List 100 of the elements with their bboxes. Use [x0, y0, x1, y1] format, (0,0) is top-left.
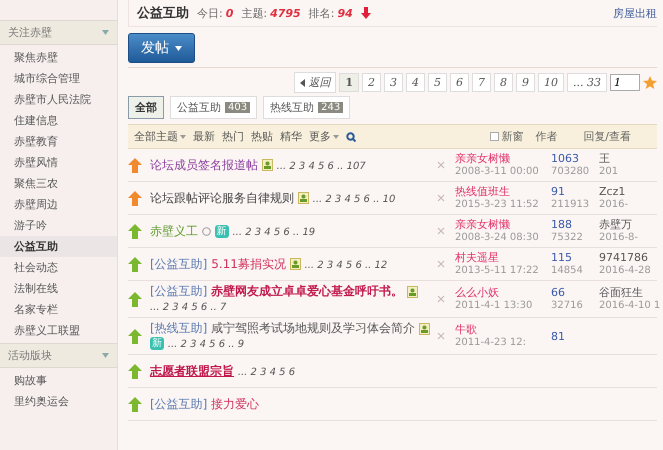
close-icon[interactable] — [437, 161, 445, 169]
sidebar-item[interactable]: 城市综合管理 — [0, 68, 117, 89]
sidebar-item[interactable]: 赤壁风情 — [0, 152, 117, 173]
sidebar-item[interactable]: 法制在线 — [0, 278, 117, 299]
close-icon[interactable] — [437, 260, 445, 268]
column-header: 作者 — [535, 129, 558, 144]
page-links[interactable]: ... 2 3 4 5 6 .. 107 — [276, 160, 366, 172]
author-name[interactable]: 么么小妖 — [455, 286, 547, 299]
last-post-date: 2016-4-28 — [599, 264, 652, 277]
page-links[interactable]: ... 2 3 4 5 6 .. 10 — [312, 194, 396, 204]
column-header: 回复/查看 — [583, 129, 631, 144]
post-date: 2008-3-24 08:30 — [455, 231, 540, 244]
reply-count: 66 — [551, 286, 566, 299]
top-link[interactable]: 房屋出租 — [613, 6, 657, 20]
filter-tab[interactable]: 热线互助 243 — [263, 96, 350, 119]
sidebar-item[interactable]: 聚焦赤壁 — [0, 47, 117, 68]
last-poster[interactable]: Zcz1 — [599, 185, 657, 198]
filter-link[interactable]: 全部主题 — [134, 129, 186, 144]
post-date: 2011-4-23 12: — [455, 336, 528, 349]
stat-label: 今日: — [197, 6, 223, 20]
author-name[interactable]: 牛歌 — [455, 323, 547, 336]
sidebar-item[interactable]: 聚焦三农 — [0, 173, 117, 194]
filter-link[interactable]: 精华 — [280, 129, 302, 144]
author-name[interactable]: 亲亲女树懒 — [455, 218, 547, 231]
page-link[interactable]: 3 — [384, 73, 404, 92]
page-input[interactable]: 1 — [610, 74, 640, 91]
thread-title[interactable]: 论坛成员签名报道帖 — [150, 158, 258, 172]
reply-count: 188 — [551, 218, 573, 231]
page-link[interactable]: 2 — [362, 73, 382, 92]
thread-category[interactable]: [公益互助] — [150, 284, 208, 298]
last-poster[interactable]: 谷面狂生 — [599, 286, 657, 299]
sidebar-item[interactable]: 名家专栏 — [0, 299, 117, 320]
thread-category[interactable]: [公益互助] — [150, 396, 208, 410]
view-count: 14854 — [551, 264, 584, 277]
page-link[interactable]: 6 — [450, 73, 470, 92]
page-links[interactable]: ... 2 3 4 5 6 .. 9 — [168, 339, 244, 350]
checkbox[interactable] — [490, 132, 500, 141]
last-poster[interactable]: 王 — [599, 152, 657, 165]
page-links[interactable]: ... 2 3 4 5 6 — [238, 366, 296, 378]
back-button[interactable]: 返回 — [294, 72, 336, 93]
star-icon[interactable] — [643, 76, 657, 89]
author-name[interactable]: 亲亲女树懒 — [455, 152, 547, 165]
thread-title[interactable]: 赤壁网友成立卓卓爱心基金呼吁书。 — [211, 284, 404, 298]
author-name[interactable]: 村夫遥星 — [455, 251, 547, 264]
sidebar-item[interactable]: 赤壁市人民法院 — [0, 89, 117, 110]
caret-icon — [180, 134, 186, 138]
sidebar-item[interactable]: 赤壁教育 — [0, 131, 117, 152]
sidebar-group-header[interactable]: 关注赤壁 — [0, 20, 117, 45]
reply-count: 91 — [551, 185, 566, 198]
sidebar-item[interactable]: 游子吟 — [0, 215, 117, 236]
page-links[interactable]: ... 2 3 4 5 6 .. 7 — [150, 302, 226, 313]
last-poster[interactable]: 9741786 — [599, 251, 657, 264]
filter-tab[interactable]: 全部 — [128, 96, 164, 119]
page-link[interactable]: 8 — [494, 73, 514, 92]
thread-title[interactable]: 5.11募捐实况 — [211, 256, 286, 270]
page-links[interactable]: ... 2 3 4 5 6 .. 12 — [304, 260, 388, 270]
page-links[interactable]: ... 2 3 4 5 6 .. 19 — [232, 226, 316, 238]
page-link[interactable]: 4 — [406, 73, 426, 92]
sidebar-item[interactable]: 赤壁周边 — [0, 194, 117, 215]
post-button[interactable]: 发帖 — [128, 33, 195, 63]
page-link[interactable]: 9 — [516, 73, 536, 92]
thread-category[interactable]: [公益互助] — [150, 256, 208, 270]
filter-link[interactable]: 热贴 — [251, 129, 273, 144]
page-link[interactable]: 10 — [538, 73, 564, 92]
sidebar-group-header[interactable]: 活动版块 — [0, 343, 117, 368]
filter-link[interactable]: 最新 — [193, 129, 215, 144]
page-link[interactable]: ... 33 — [567, 73, 607, 92]
sidebar-item[interactable]: 社会动态 — [0, 257, 117, 278]
sidebar-item[interactable]: 赤壁义工联盟 — [0, 320, 117, 341]
post-date: 2013-5-11 17:22 — [455, 264, 540, 277]
filter-tab[interactable]: 公益互助 403 — [170, 96, 258, 119]
sidebar-item[interactable]: 公益互助 — [0, 236, 117, 257]
post-date: 2011-4-1 13:30 — [455, 299, 534, 312]
page-link[interactable]: 1 — [339, 73, 360, 92]
close-icon[interactable] — [437, 227, 445, 235]
last-poster[interactable]: 赤壁万 — [599, 218, 657, 231]
sidebar-item[interactable]: 购故事 — [0, 370, 117, 391]
close-icon[interactable] — [437, 295, 445, 303]
up-arrow-icon — [128, 292, 142, 306]
thread-title[interactable]: 论坛跟帖评论服务自律规则 — [150, 190, 294, 204]
page-link[interactable]: 7 — [472, 73, 492, 92]
close-icon[interactable] — [437, 194, 445, 202]
close-icon[interactable] — [437, 332, 445, 340]
sidebar-item[interactable]: 里约奥运会 — [0, 391, 117, 412]
thread-title[interactable]: 咸宁驾照考试场地规则及学习体会简介 — [211, 321, 416, 335]
filter-link[interactable]: 更多 — [309, 129, 339, 144]
page-link[interactable]: 5 — [428, 73, 448, 92]
up-arrow-icon — [128, 224, 142, 238]
sidebar-item[interactable]: 住建信息 — [0, 110, 117, 131]
filter-link[interactable]: 热门 — [222, 129, 244, 144]
author-name[interactable]: 热线值班生 — [455, 185, 547, 198]
caret-icon — [333, 134, 339, 138]
forum-title: 公益互助 — [137, 5, 189, 22]
thread-category[interactable]: [热线互助] — [150, 321, 208, 335]
thread-title[interactable]: 志愿者联盟宗旨 — [150, 364, 234, 378]
up-arrow-icon — [128, 190, 142, 206]
thread-title[interactable]: 接力爱心 — [211, 396, 260, 410]
stat-value: 4795 — [270, 6, 301, 20]
up-arrow-icon — [128, 364, 142, 378]
search-icon[interactable] — [346, 132, 356, 142]
